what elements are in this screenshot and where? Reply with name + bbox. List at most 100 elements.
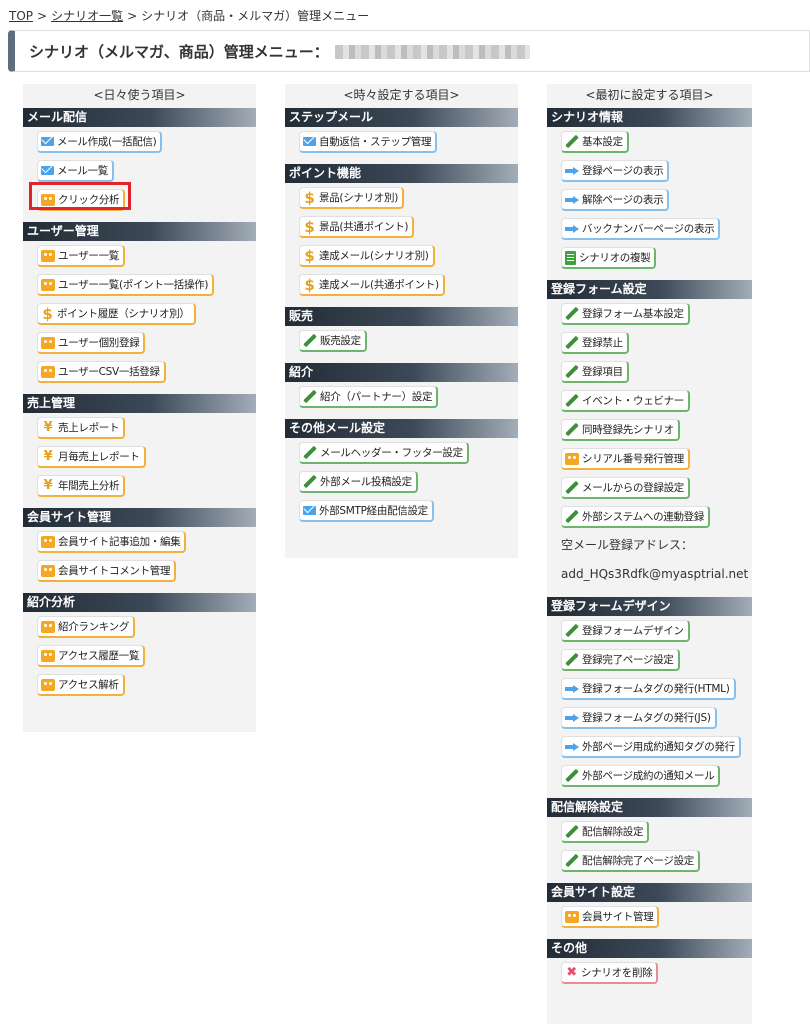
- pencil-icon: [565, 336, 579, 350]
- menu-button[interactable]: 紹介（パートナー）設定: [299, 386, 439, 408]
- menu-button[interactable]: アクセス履歴一覧: [37, 645, 146, 667]
- menu-button[interactable]: バックナンバーページの表示: [561, 218, 721, 240]
- menu-item: バックナンバーページの表示: [547, 214, 752, 243]
- section-header: ポイント機能: [285, 164, 518, 183]
- menu-button-label: 外部SMTP経由配信設定: [319, 505, 428, 517]
- breadcrumb-separator: >: [127, 9, 138, 23]
- menu-button[interactable]: シリアル番号発行管理: [561, 448, 690, 470]
- menu-button[interactable]: ¥ 月毎売上レポート: [37, 446, 146, 468]
- menu-button-label: 月毎売上レポート: [58, 451, 140, 463]
- menu-button[interactable]: 登録フォームタグの発行(JS): [561, 707, 717, 729]
- menu-button[interactable]: ¥ 年間売上分析: [37, 475, 126, 497]
- menu-button[interactable]: メール作成(一括配信): [37, 131, 163, 153]
- menu-button[interactable]: 配信解除完了ページ設定: [561, 850, 700, 872]
- menu-button[interactable]: 外部ページ成約の通知メール: [561, 765, 721, 787]
- pencil-icon: [565, 481, 579, 495]
- menu-item: 外部システムへの連動登録: [547, 502, 752, 531]
- menu-button-label: 外部システムへの連動登録: [582, 511, 705, 523]
- menu-button[interactable]: ユーザー一覧: [37, 245, 125, 267]
- menu-button[interactable]: メールからの登録設定: [561, 477, 690, 499]
- menu-button-label: 景品(シナリオ別): [319, 192, 398, 204]
- menu-button[interactable]: 会員サイト記事追加・編集: [37, 531, 187, 553]
- menu-button[interactable]: 登録禁止: [561, 332, 629, 354]
- menu-button-label: シナリオの複製: [579, 252, 651, 264]
- menu-button[interactable]: ユーザーCSV一括登録: [37, 361, 166, 383]
- pencil-icon: [565, 653, 579, 667]
- menu-button[interactable]: 会員サイトコメント管理: [37, 560, 177, 582]
- menu-button[interactable]: ユーザー個別登録: [37, 332, 146, 354]
- menu-button[interactable]: メール一覧: [37, 160, 114, 182]
- yen-icon: ¥: [43, 477, 53, 493]
- menu-button[interactable]: $ ポイント履歴（シナリオ別）: [37, 303, 196, 325]
- dollar-icon: $: [304, 217, 315, 236]
- menu-button-label: ユーザーCSV一括登録: [58, 366, 160, 378]
- users-icon: [41, 620, 55, 633]
- menu-button[interactable]: 登録フォームデザイン: [561, 620, 690, 642]
- section-header: 会員サイト管理: [23, 508, 256, 527]
- menu-button[interactable]: 登録ページの表示: [561, 160, 670, 182]
- menu-button[interactable]: メールヘッダー・フッター設定: [299, 442, 469, 464]
- envelope-icon: [303, 506, 316, 515]
- menu-button[interactable]: ¥ 売上レポート: [37, 417, 126, 439]
- section-header: ユーザー管理: [23, 222, 256, 241]
- menu-item: ユーザー個別登録: [23, 328, 256, 357]
- menu-button[interactable]: 基本設定: [561, 131, 629, 153]
- breadcrumb-top-link[interactable]: TOP: [9, 9, 33, 23]
- menu-button[interactable]: ✖ シナリオを削除: [561, 962, 659, 984]
- dollar-icon: $: [304, 275, 315, 294]
- menu-item: 紹介（パートナー）設定: [285, 382, 518, 411]
- column-occasional: <時々設定する項目> ステップメール 自動返信・ステップ管理 ポイント機能 $ 景品(シナ…: [285, 84, 518, 558]
- menu-button-label: 配信解除完了ページ設定: [582, 855, 694, 867]
- menu-button-label: メール作成(一括配信): [57, 136, 157, 148]
- menu-button[interactable]: 会員サイト管理: [561, 906, 660, 928]
- menu-button[interactable]: 外部メール投稿設定: [299, 471, 418, 493]
- document-icon: [565, 250, 576, 265]
- menu-button[interactable]: 登録項目: [561, 361, 629, 383]
- menu-button[interactable]: 登録フォームタグの発行(HTML): [561, 678, 736, 700]
- menu-button[interactable]: 紹介ランキング: [37, 616, 136, 638]
- menu-button[interactable]: 配信解除設定: [561, 821, 650, 843]
- arrow-right-icon: [565, 166, 579, 175]
- menu-item: 登録フォームタグの発行(HTML): [547, 674, 752, 703]
- menu-item: $ 達成メール(シナリオ別): [285, 241, 518, 270]
- arrow-right-icon: [565, 742, 579, 751]
- menu-button[interactable]: 外部SMTP経由配信設定: [299, 500, 434, 522]
- menu-button[interactable]: 外部システムへの連動登録: [561, 506, 711, 528]
- menu-button[interactable]: 同時登録先シナリオ: [561, 419, 680, 441]
- menu-item: シナリオの複製: [547, 243, 752, 272]
- pencil-icon: [565, 365, 579, 379]
- menu-button[interactable]: 販売設定: [299, 330, 367, 352]
- menu-item: 販売設定: [285, 326, 518, 355]
- menu-button-label: 販売設定: [320, 335, 361, 347]
- menu-button[interactable]: イベント・ウェビナー: [561, 390, 690, 412]
- menu-button[interactable]: $ 達成メール(共通ポイント): [299, 274, 445, 296]
- menu-item: メールからの登録設定: [547, 473, 752, 502]
- menu-item: メール一覧: [23, 156, 256, 185]
- menu-button[interactable]: $ 達成メール(シナリオ別): [299, 245, 435, 267]
- menu-button[interactable]: $ 景品(シナリオ別): [299, 187, 404, 209]
- menu-button-label: 外部ページ用成約通知タグの発行: [582, 741, 735, 753]
- menu-button[interactable]: シナリオの複製: [561, 247, 657, 269]
- menu-button[interactable]: 外部ページ用成約通知タグの発行: [561, 736, 741, 758]
- menu-button[interactable]: ユーザー一覧(ポイント一括操作): [37, 274, 215, 296]
- menu-button[interactable]: 解除ページの表示: [561, 189, 670, 211]
- breadcrumb-scenario-list-link[interactable]: シナリオ一覧: [51, 9, 123, 23]
- menu-button[interactable]: 自動返信・ステップ管理: [299, 131, 438, 153]
- column-title: <最初に設定する項目>: [585, 88, 714, 102]
- menu-item: 同時登録先シナリオ: [547, 415, 752, 444]
- menu-button[interactable]: 登録完了ページ設定: [561, 649, 680, 671]
- menu-button[interactable]: 登録フォーム基本設定: [561, 303, 690, 325]
- menu-button[interactable]: アクセス解析: [37, 674, 125, 696]
- menu-item: 紹介ランキング: [23, 612, 256, 641]
- menu-item: シリアル番号発行管理: [547, 444, 752, 473]
- menu-button[interactable]: $ 景品(共通ポイント): [299, 216, 415, 238]
- users-icon: [41, 678, 55, 691]
- column-initial: <最初に設定する項目> シナリオ情報 基本設定 登録ページの表示 解除ページの表示 バック…: [547, 84, 752, 1024]
- menu-item: アクセス履歴一覧: [23, 641, 256, 670]
- column-daily: <日々使う項目> メール配信 メール作成(一括配信) メール一覧 クリック分析 ユーザー管…: [23, 84, 256, 732]
- pencil-icon: [565, 510, 579, 524]
- users-icon: [41, 649, 55, 662]
- pencil-icon: [565, 624, 579, 638]
- menu-item: 登録フォーム基本設定: [547, 299, 752, 328]
- users-icon: [41, 535, 55, 548]
